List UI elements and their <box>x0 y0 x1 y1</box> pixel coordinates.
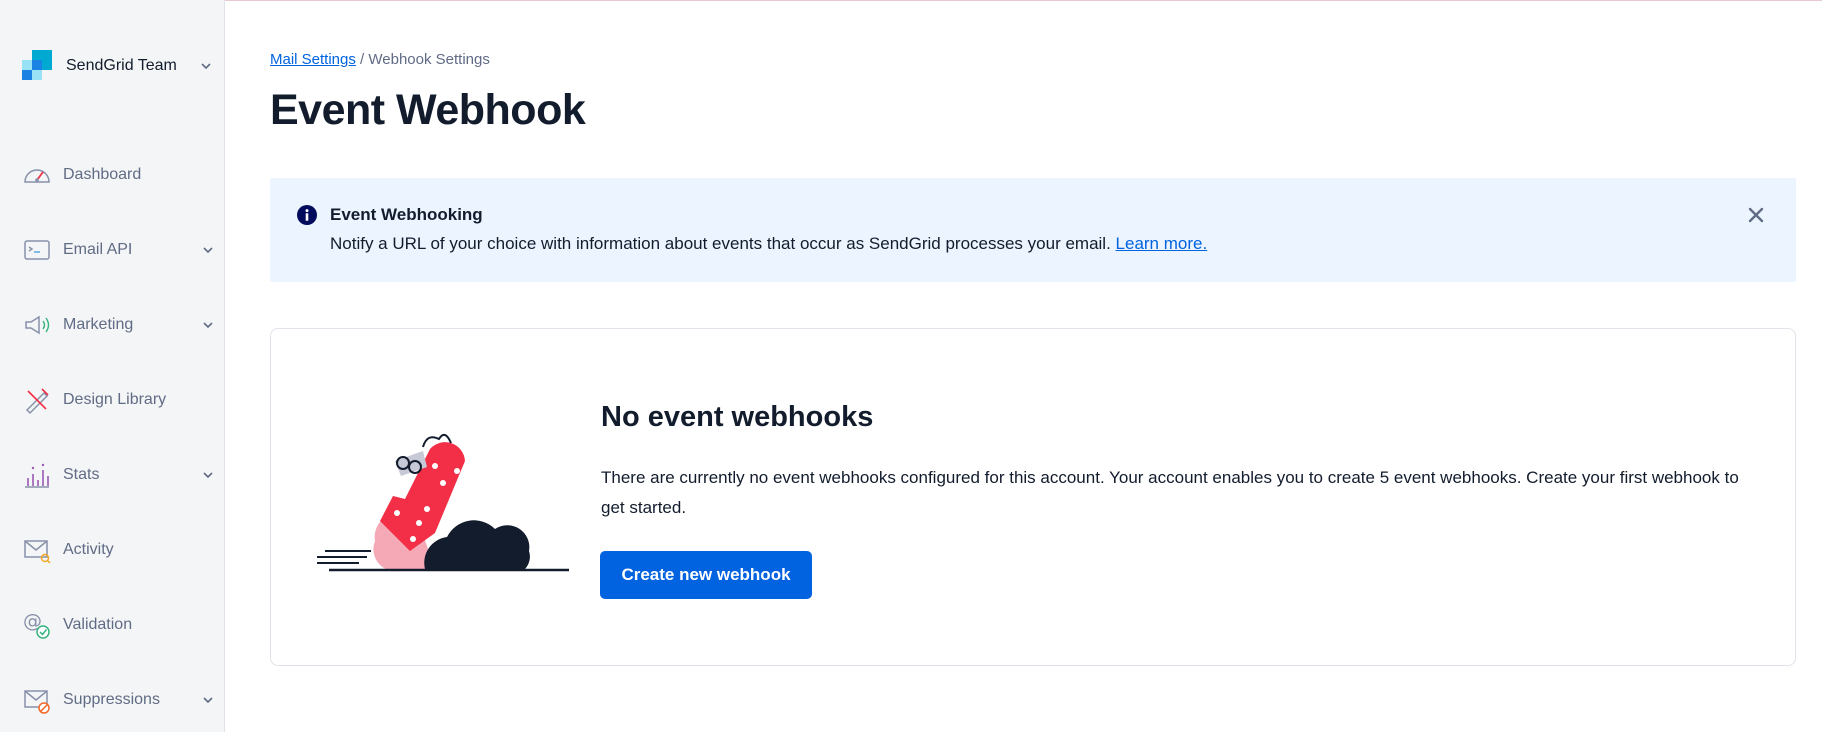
email-api-icon <box>24 240 50 260</box>
sidebar-item-validation[interactable]: @ Validation <box>22 605 214 645</box>
team-switcher[interactable]: SendGrid Team <box>22 50 212 82</box>
stats-chart-icon <box>25 463 49 488</box>
banner-title: Event Webhooking <box>330 205 483 224</box>
chevron-down-icon <box>201 63 211 70</box>
close-icon[interactable] <box>1746 205 1766 225</box>
chevron-down-icon <box>203 472 213 479</box>
sidebar-item-label: Activity <box>63 541 114 558</box>
validation-at-icon: @ <box>23 610 50 639</box>
learn-more-link[interactable]: Learn more. <box>1116 234 1208 253</box>
empty-state-description: There are currently no event webhooks co… <box>601 468 1739 517</box>
sidebar: SendGrid Team Dashboard Email API Market… <box>0 0 225 732</box>
sidebar-item-label: Design Library <box>63 391 167 408</box>
sidebar-item-dashboard[interactable]: Dashboard <box>22 155 214 195</box>
sidebar-item-label: Stats <box>63 466 100 483</box>
empty-state-card: No event webhooks There are currently no… <box>270 328 1796 666</box>
sidebar-item-stats[interactable]: Stats <box>22 455 214 495</box>
empty-state-title: No event webhooks <box>601 401 874 433</box>
empty-state-illustration <box>317 433 569 572</box>
info-banner: Event Webhooking Notify a URL of your ch… <box>270 178 1796 282</box>
sidebar-item-design-library[interactable]: Design Library <box>22 380 214 420</box>
banner-message: Notify a URL of your choice with informa… <box>330 234 1207 254</box>
dashboard-gauge-icon <box>24 169 50 183</box>
chevron-down-icon <box>203 322 213 329</box>
sidebar-item-label: Dashboard <box>63 166 142 183</box>
top-border <box>0 0 1822 1</box>
sidebar-item-marketing[interactable]: Marketing <box>22 305 214 345</box>
banner-text: Notify a URL of your choice with informa… <box>330 234 1116 253</box>
sidebar-item-label: Suppressions <box>63 691 160 708</box>
chevron-down-icon <box>203 697 213 704</box>
breadcrumb: Mail Settings / Webhook Settings <box>270 51 490 68</box>
sidebar-item-label: Email API <box>63 241 133 258</box>
team-name: SendGrid Team <box>66 57 177 74</box>
design-tools-icon <box>25 388 49 415</box>
page-title: Event Webhook <box>270 86 586 134</box>
sidebar-item-email-api[interactable]: Email API <box>22 230 214 270</box>
breadcrumb-current: Webhook Settings <box>368 51 490 68</box>
sidebar-item-label: Validation <box>63 616 133 633</box>
sidebar-item-label: Marketing <box>63 316 134 333</box>
activity-envelope-icon <box>24 540 51 564</box>
create-new-webhook-button[interactable]: Create new webhook <box>600 551 812 599</box>
breadcrumb-separator: / <box>355 51 369 68</box>
chevron-down-icon <box>203 247 213 254</box>
breadcrumb-link-mail-settings[interactable]: Mail Settings <box>270 51 356 68</box>
info-icon <box>297 205 317 225</box>
sidebar-item-suppressions[interactable]: Suppressions <box>22 680 214 720</box>
sendgrid-logo-icon <box>22 50 54 82</box>
suppressions-envelope-icon <box>24 690 50 714</box>
sidebar-item-activity[interactable]: Activity <box>22 530 214 570</box>
megaphone-icon <box>25 315 50 335</box>
